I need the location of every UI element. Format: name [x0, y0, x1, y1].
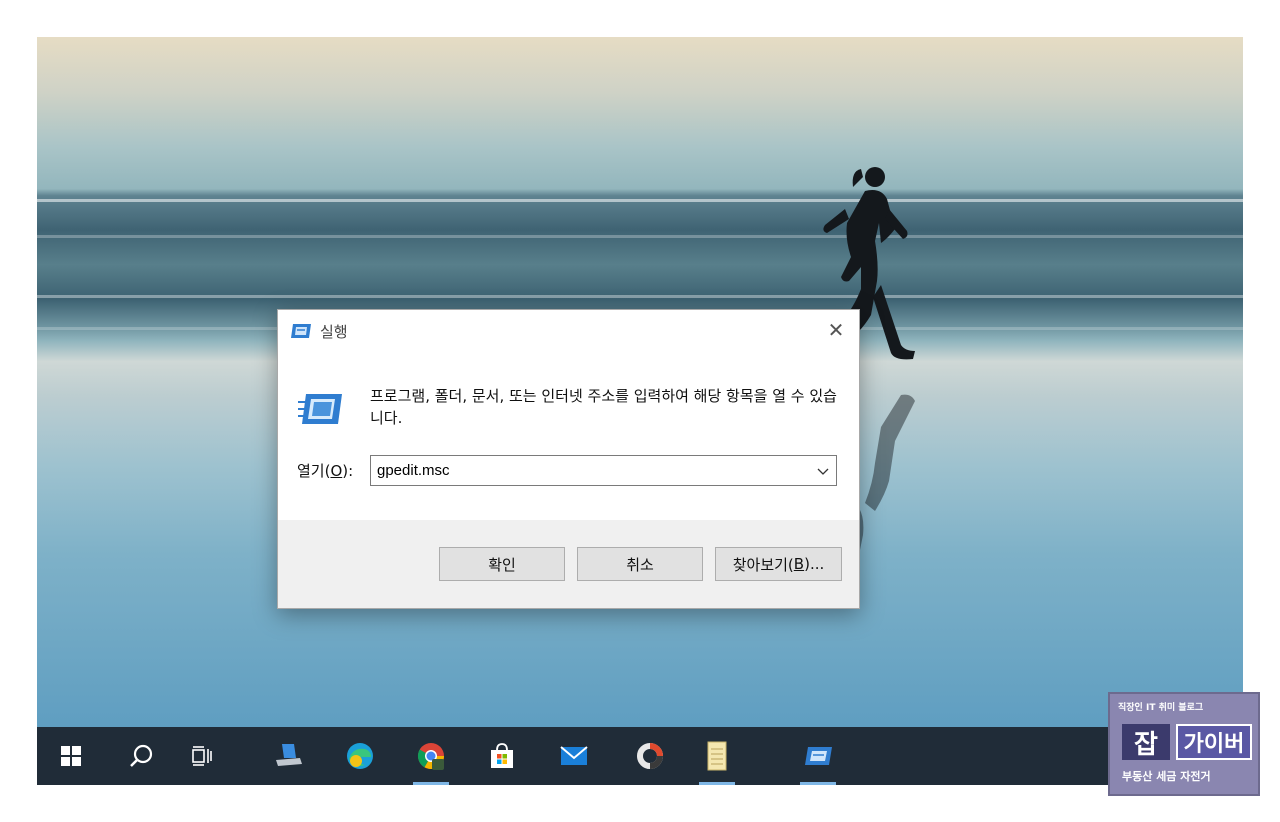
active-indicator: [413, 782, 449, 785]
open-label-suffix: ):: [342, 462, 354, 480]
edge-icon: [347, 743, 373, 769]
run-large-icon: [298, 394, 342, 424]
ok-button[interactable]: 확인: [439, 547, 565, 581]
edge-browser[interactable]: [336, 727, 384, 785]
ok-button-label: 확인: [488, 555, 516, 574]
dialog-description: 프로그램, 폴더, 문서, 또는 인터넷 주소를 입력하여 해당 항목을 열 수…: [370, 387, 837, 427]
watermark-bottom-text: 부동산 세금 자전거: [1122, 770, 1211, 783]
dialog-titlebar[interactable]: 실행 ✕: [278, 310, 859, 352]
wave-line: [37, 199, 1243, 202]
document-icon: [707, 741, 727, 771]
network-app[interactable]: [265, 727, 313, 785]
ring-app-icon: [637, 743, 663, 769]
taskbar: [37, 727, 1243, 785]
dialog-title: 실행: [320, 323, 348, 341]
store-icon: [491, 743, 513, 768]
run-icon: [805, 747, 832, 765]
run-icon: [291, 324, 311, 338]
microsoft-store[interactable]: [478, 727, 526, 785]
active-indicator: [800, 782, 836, 785]
browse-button[interactable]: 찾아보기(B)...: [715, 547, 842, 581]
browse-label-prefix: 찾아보기(: [732, 555, 794, 574]
command-input[interactable]: [371, 456, 813, 485]
run-dialog: 실행 ✕ 프로그램, 폴더, 문서, 또는 인터넷 주소를 입력하여 해당 항목…: [277, 309, 860, 609]
donut-app[interactable]: [626, 727, 674, 785]
browse-label-accel: B: [793, 555, 805, 573]
search-icon: [130, 744, 153, 767]
close-icon: ✕: [827, 318, 845, 342]
mail-app[interactable]: [550, 727, 598, 785]
notepad-app[interactable]: [693, 727, 741, 785]
chrome-browser[interactable]: [407, 727, 455, 785]
wave-line: [37, 235, 1243, 238]
open-label-prefix: 열기(: [297, 462, 331, 480]
mail-icon: [560, 746, 588, 765]
task-view-button[interactable]: [178, 727, 226, 785]
task-view-icon: [192, 746, 212, 766]
command-combobox[interactable]: [370, 455, 837, 486]
chevron-down-icon[interactable]: [814, 462, 832, 480]
chrome-icon: [417, 743, 445, 770]
start-button[interactable]: [47, 727, 95, 785]
wave-line: [37, 295, 1243, 298]
windows-logo-icon: [61, 746, 81, 766]
dialog-footer: 확인 취소 찾아보기(B)...: [278, 520, 859, 608]
search-button[interactable]: [117, 727, 165, 785]
computer-network-icon: [276, 744, 302, 766]
run-app[interactable]: [794, 727, 842, 785]
cancel-button-label: 취소: [626, 555, 654, 574]
watermark-big-char: 잡: [1122, 724, 1170, 760]
close-button[interactable]: ✕: [813, 310, 859, 350]
cancel-button[interactable]: 취소: [577, 547, 703, 581]
watermark-big-text: 가이버: [1176, 724, 1252, 760]
blog-watermark: 직장인 IT 취미 블로그 잡 가이버 부동산 세금 자전거: [1108, 692, 1260, 796]
watermark-top-text: 직장인 IT 취미 블로그: [1118, 703, 1204, 713]
open-label: 열기(O):: [297, 460, 353, 481]
open-label-accel: O: [330, 462, 343, 480]
active-indicator: [699, 782, 735, 785]
browse-label-suffix: )...: [804, 555, 825, 573]
